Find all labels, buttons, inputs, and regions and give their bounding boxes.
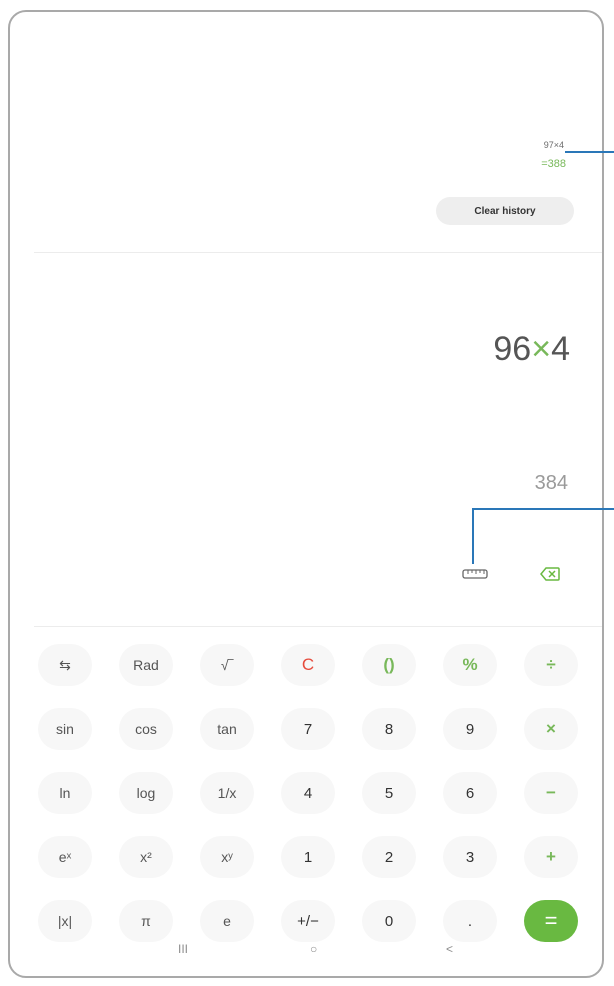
key-negate[interactable]: +/− [281, 900, 335, 942]
key-minus[interactable]: − [524, 772, 578, 814]
key-pi[interactable]: π [119, 900, 173, 942]
backspace-icon-graphic [540, 567, 560, 581]
key-equals[interactable]: = [524, 900, 578, 942]
expr-left: 96 [493, 330, 532, 368]
expr-operator: × [531, 330, 552, 368]
key-7[interactable]: 7 [281, 708, 335, 750]
key-decimal[interactable]: . [443, 900, 497, 942]
calculator-screen: 97×4 =388 Clear history 96×4 384 ⇆ Rad √… [8, 10, 604, 978]
key-switch[interactable]: ⇆ [38, 644, 92, 686]
key-2[interactable]: 2 [362, 836, 416, 878]
key-power[interactable]: xʸ [200, 836, 254, 878]
ruler-icon[interactable] [460, 565, 490, 583]
key-8[interactable]: 8 [362, 708, 416, 750]
key-divide[interactable]: ÷ [524, 644, 578, 686]
result-preview: 384 [534, 472, 568, 494]
recent-apps-icon[interactable]: III [178, 942, 188, 956]
key-3[interactable]: 3 [443, 836, 497, 878]
key-percent[interactable]: % [443, 644, 497, 686]
key-square[interactable]: x² [119, 836, 173, 878]
key-e[interactable]: e [200, 900, 254, 942]
ruler-icon-graphic [462, 569, 488, 579]
expression-display[interactable]: 96×4 [493, 330, 570, 369]
key-4[interactable]: 4 [281, 772, 335, 814]
key-abs[interactable]: |x| [38, 900, 92, 942]
key-parentheses[interactable]: () [362, 644, 416, 686]
key-rad[interactable]: Rad [119, 644, 173, 686]
history-divider [34, 252, 602, 253]
key-6[interactable]: 6 [443, 772, 497, 814]
key-0[interactable]: 0 [362, 900, 416, 942]
clear-history-button[interactable]: Clear history [436, 197, 574, 225]
key-clear[interactable]: C [281, 644, 335, 686]
ruler-callout-drop [472, 508, 474, 564]
key-plus[interactable]: + [524, 836, 578, 878]
expr-right: 4 [551, 330, 570, 368]
keypad: ⇆ Rad √‾ C () % ÷ sin cos tan 7 8 9 × ln… [38, 644, 578, 942]
keypad-divider [34, 626, 602, 627]
key-9[interactable]: 9 [443, 708, 497, 750]
key-reciprocal[interactable]: 1/x [200, 772, 254, 814]
history-panel: 97×4 =388 Clear history [10, 12, 602, 244]
history-result[interactable]: =388 [541, 158, 566, 170]
navigation-bar: III ○ < [10, 942, 602, 972]
backspace-icon[interactable] [538, 565, 562, 583]
key-ln[interactable]: ln [38, 772, 92, 814]
key-cos[interactable]: cos [119, 708, 173, 750]
key-log[interactable]: log [119, 772, 173, 814]
key-tan[interactable]: tan [200, 708, 254, 750]
key-1[interactable]: 1 [281, 836, 335, 878]
key-5[interactable]: 5 [362, 772, 416, 814]
home-icon[interactable]: ○ [310, 942, 317, 956]
history-expression[interactable]: 97×4 [544, 140, 564, 150]
key-sqrt[interactable]: √‾ [200, 644, 254, 686]
ruler-callout-line [472, 508, 614, 510]
key-exp[interactable]: eˣ [38, 836, 92, 878]
key-sin[interactable]: sin [38, 708, 92, 750]
history-callout-line [565, 151, 614, 153]
back-icon[interactable]: < [446, 942, 453, 956]
key-multiply[interactable]: × [524, 708, 578, 750]
